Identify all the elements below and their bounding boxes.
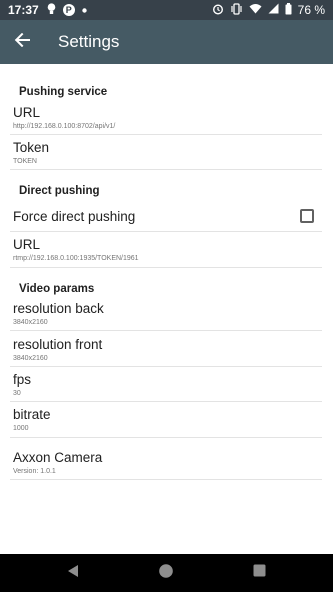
nav-home-button[interactable]: [146, 554, 186, 592]
pref-about[interactable]: Axxon Camera Version: 1.0.1: [13, 450, 322, 475]
navigation-bar: [0, 554, 333, 592]
divider: [10, 479, 322, 480]
divider: [10, 330, 322, 331]
pref-title: fps: [13, 372, 32, 387]
pref-bitrate[interactable]: bitrate 1000: [13, 407, 322, 432]
divider: [10, 366, 322, 367]
pref-token[interactable]: Token TOKEN: [13, 140, 322, 165]
pref-pushing-url[interactable]: URL http://192.168.0.100:8702/api/v1/: [13, 105, 322, 130]
status-bar: 17:37 P 76 %: [0, 0, 333, 20]
pref-summary: Version: 1.0.1: [13, 468, 56, 475]
category-video-params: Video params: [19, 283, 95, 295]
pref-summary: 3840x2160: [13, 355, 48, 362]
force-direct-pushing-checkbox[interactable]: [300, 209, 314, 223]
arrow-back-icon: [14, 32, 30, 52]
lightbulb-icon: [47, 2, 56, 18]
pref-title: resolution back: [13, 301, 104, 316]
category-pushing-service: Pushing service: [19, 86, 108, 98]
nav-back-button[interactable]: [53, 554, 93, 592]
p-app-icon: P: [62, 4, 75, 16]
status-time: 17:37: [8, 3, 39, 17]
pref-title: Force direct pushing: [13, 209, 136, 224]
app-bar: Settings: [0, 20, 333, 64]
pref-summary: 30: [13, 390, 21, 397]
battery-icon: [285, 2, 292, 18]
pref-summary: rtmp://192.168.0.100:1935/TOKEN/1961: [13, 255, 139, 262]
pref-title: Token: [13, 140, 50, 155]
battery-percent: 76 %: [297, 3, 325, 17]
nav-recents-button[interactable]: [239, 554, 279, 592]
back-button[interactable]: [0, 20, 44, 64]
pref-summary: http://192.168.0.100:8702/api/v1/: [13, 123, 116, 130]
signal-icon: [268, 3, 279, 17]
pref-title: URL: [13, 237, 41, 252]
recents-square-icon: [253, 564, 266, 582]
vibrate-icon: [230, 2, 243, 18]
home-circle-icon: [158, 563, 174, 584]
pref-force-direct-pushing[interactable]: Force direct pushing: [13, 209, 322, 224]
pref-resolution-front[interactable]: resolution front 3840x2160: [13, 337, 322, 362]
pref-summary: 1000: [13, 425, 29, 432]
back-triangle-icon: [67, 564, 79, 583]
divider: [10, 169, 322, 170]
dot-icon: [82, 5, 87, 16]
pref-title: resolution front: [13, 337, 103, 352]
page-title: Settings: [58, 32, 120, 51]
pref-summary: 3840x2160: [13, 319, 48, 326]
wifi-icon: [249, 3, 262, 17]
pref-title: bitrate: [13, 407, 51, 422]
pref-title: URL: [13, 105, 41, 120]
divider: [10, 231, 322, 232]
divider: [10, 437, 322, 438]
pref-title: Axxon Camera: [13, 450, 103, 465]
pref-direct-url[interactable]: URL rtmp://192.168.0.100:1935/TOKEN/1961: [13, 237, 322, 262]
divider: [10, 401, 322, 402]
divider: [10, 267, 322, 268]
alarm-icon: [212, 3, 224, 18]
settings-list: Pushing service URL http://192.168.0.100…: [0, 64, 333, 554]
pref-resolution-back[interactable]: resolution back 3840x2160: [13, 301, 322, 326]
pref-summary: TOKEN: [13, 158, 37, 165]
divider: [10, 134, 322, 135]
category-direct-pushing: Direct pushing: [19, 185, 100, 197]
pref-fps[interactable]: fps 30: [13, 372, 322, 397]
